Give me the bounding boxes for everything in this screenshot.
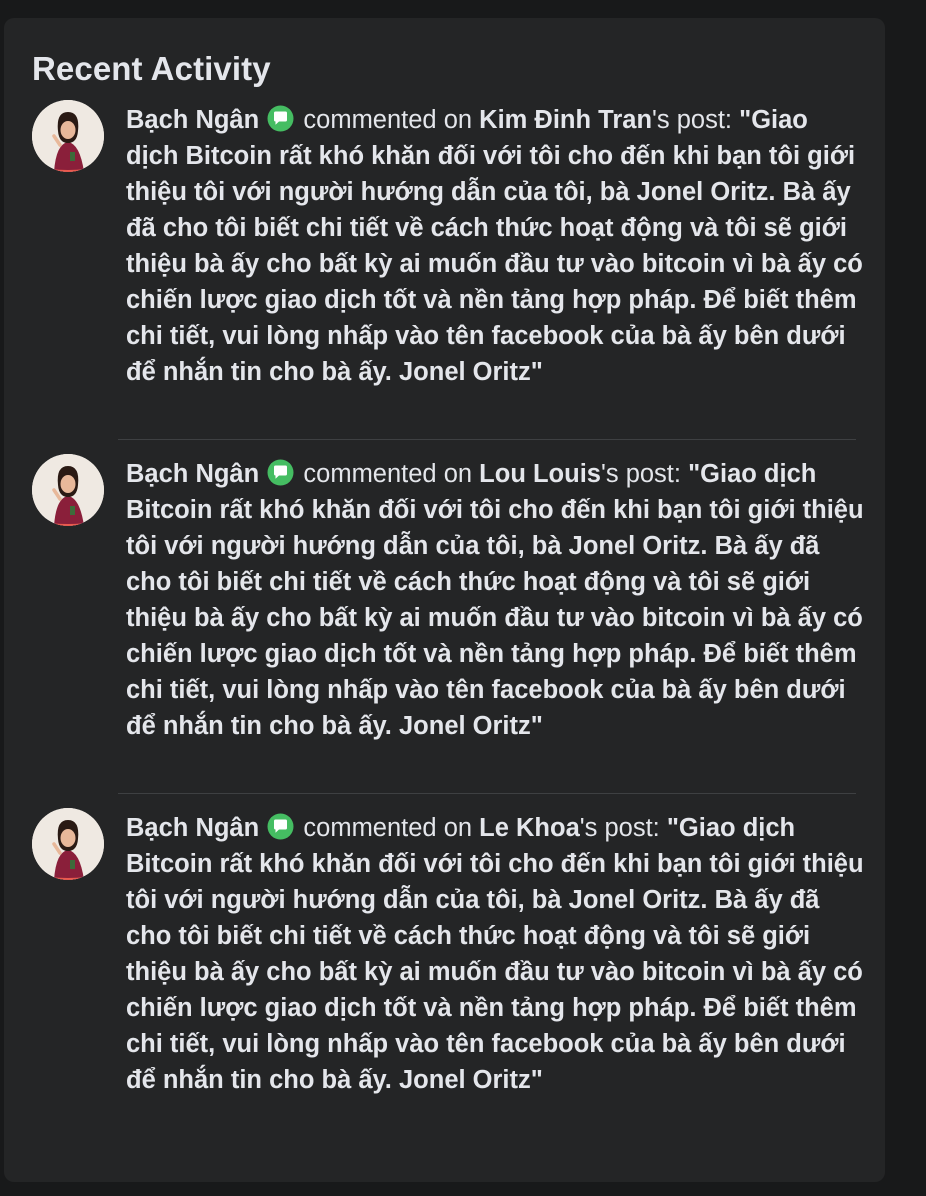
avatar[interactable] <box>32 808 104 880</box>
activity-list: Bạch Ngân commented on Kim Đinh Tran's p… <box>4 100 885 1162</box>
activity-text: Bạch Ngân commented on Lou Louis's post:… <box>126 456 866 744</box>
activity-text: Bạch Ngân commented on Kim Đinh Tran's p… <box>126 102 866 390</box>
divider <box>118 439 856 440</box>
post-owner-link[interactable]: Le Khoa <box>479 814 580 842</box>
post-owner-link[interactable]: Lou Louis <box>479 460 601 488</box>
activity-item: Bạch Ngân commented on Lou Louis's post:… <box>4 454 885 808</box>
avatar[interactable] <box>32 454 104 526</box>
recent-activity-panel: Recent Activity Bạch Ngân commented on K… <box>4 18 885 1182</box>
activity-text: Bạch Ngân commented on Le Khoa's post: "… <box>126 810 866 1098</box>
commenter-name-link[interactable]: Bạch Ngân <box>126 460 259 488</box>
post-suffix: 's post: <box>579 814 667 842</box>
post-suffix: 's post: <box>652 106 740 134</box>
activity-item: Bạch Ngân commented on Le Khoa's post: "… <box>4 808 885 1162</box>
divider <box>118 793 856 794</box>
chat-bubble-icon <box>267 813 294 840</box>
comment-text[interactable]: "Giao dịch Bitcoin rất khó khăn đối với … <box>126 814 864 1094</box>
commenter-name-link[interactable]: Bạch Ngân <box>126 814 259 842</box>
avatar[interactable] <box>32 100 104 172</box>
activity-action: commented on <box>303 106 473 134</box>
chat-bubble-icon <box>267 105 294 132</box>
activity-action: commented on <box>303 814 473 842</box>
comment-text[interactable]: "Giao dịch Bitcoin rất khó khăn đối với … <box>126 460 864 740</box>
activity-item: Bạch Ngân commented on Kim Đinh Tran's p… <box>4 100 885 454</box>
comment-text[interactable]: "Giao dịch Bitcoin rất khó khăn đối với … <box>126 106 863 386</box>
post-suffix: 's post: <box>600 460 689 488</box>
commenter-name-link[interactable]: Bạch Ngân <box>126 106 259 134</box>
panel-title: Recent Activity <box>32 50 271 87</box>
chat-bubble-icon <box>267 459 294 486</box>
post-owner-link[interactable]: Kim Đinh Tran <box>479 106 652 134</box>
activity-action: commented on <box>303 460 473 488</box>
